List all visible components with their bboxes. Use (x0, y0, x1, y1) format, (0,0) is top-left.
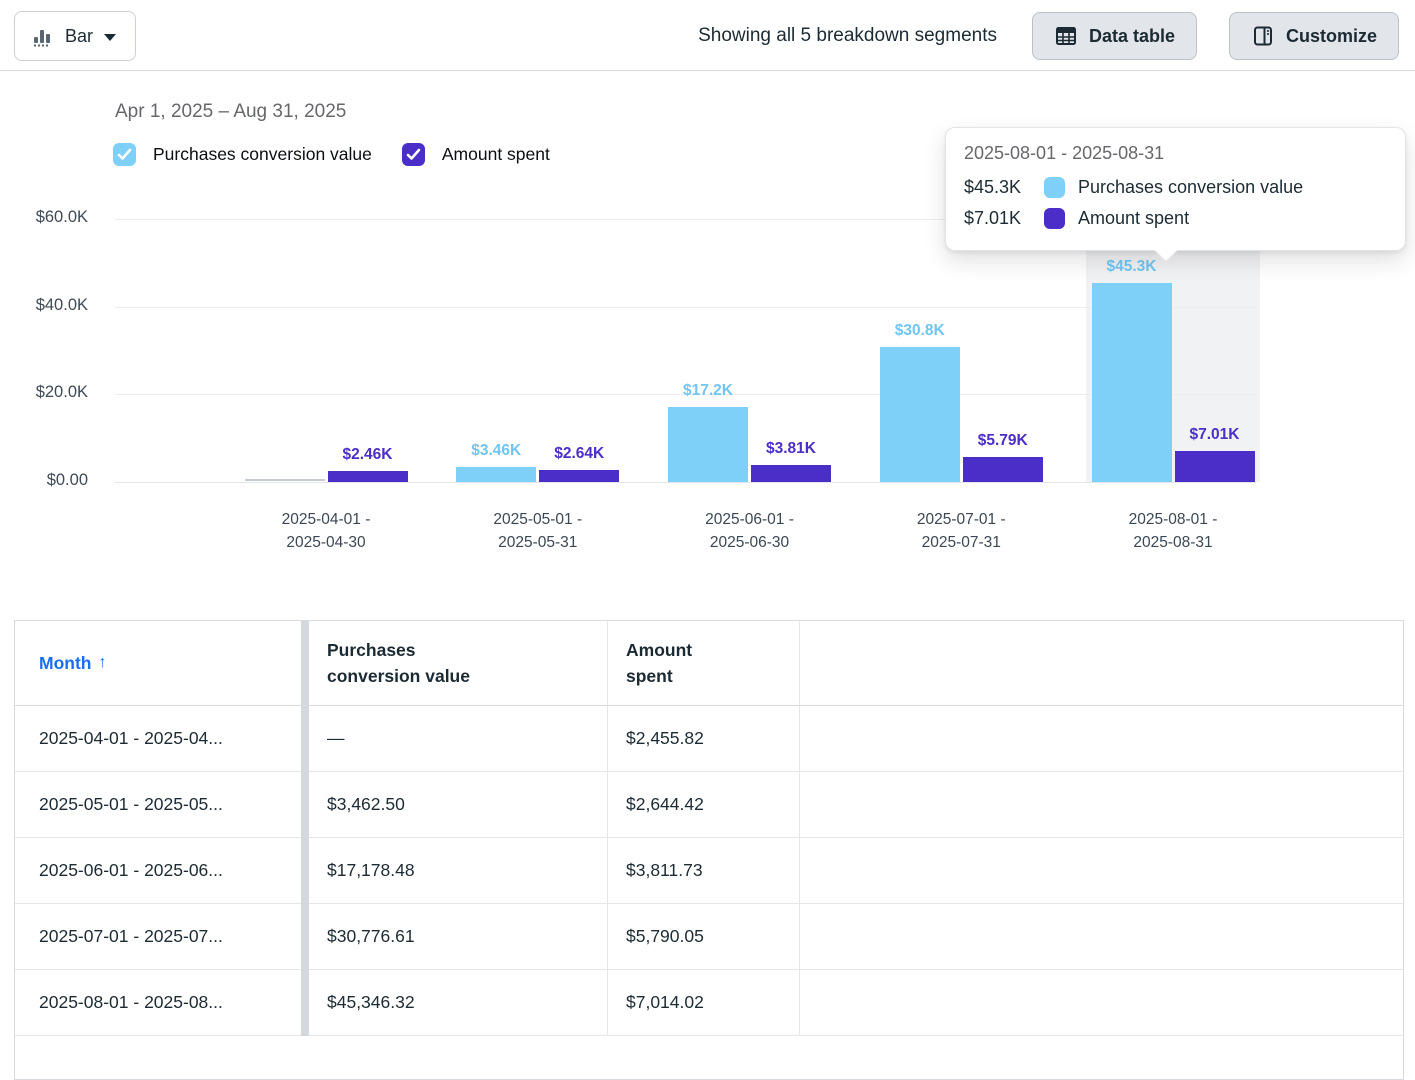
y-axis-tick-label: $60.0K (0, 208, 88, 227)
cell-empty (800, 772, 1403, 838)
column-header-month[interactable]: Month ↑ (15, 621, 301, 706)
breakdown-data-table: Month ↑ Purchases conversion value Amount s… (14, 620, 1404, 1080)
x-axis-tick-label: 2025-07-01 - 2025-07-31 (855, 508, 1067, 554)
cell-month: 2025-07-01 - 2025-07... (15, 904, 301, 970)
chart-legend: Purchases conversion value Amount spent (113, 143, 550, 166)
chart-tooltip: 2025-08-01 - 2025-08-31 $45.3K Purchases … (945, 127, 1406, 251)
chart-date-range: Apr 1, 2025 – Aug 31, 2025 (115, 101, 346, 123)
y-axis-tick-label: $0.00 (0, 471, 88, 490)
cell-empty (800, 904, 1403, 970)
pinned-column-divider (301, 904, 309, 970)
x-axis-tick-label: 2025-06-01 - 2025-06-30 (644, 508, 856, 554)
cell-month: 2025-06-01 - 2025-06... (15, 838, 301, 904)
tooltip-swatch-wrap (1044, 208, 1078, 229)
series-color-swatch (1044, 177, 1065, 198)
pinned-column-divider (301, 970, 309, 1036)
tooltip-series-label: Amount spent (1078, 208, 1387, 229)
cell-amount-spent: $2,455.82 (608, 706, 800, 772)
column-header-empty (800, 621, 1403, 706)
bar-value-label: $7.01K (1155, 426, 1275, 444)
table-row: 2025-04-01 - 2025-04...—$2,455.82 (15, 706, 1403, 772)
bar-chart: Apr 1, 2025 – Aug 31, 2025 Purchases con… (0, 0, 1415, 620)
cell-purchases-conversion-value: $45,346.32 (309, 970, 608, 1036)
cell-amount-spent: $7,014.02 (608, 970, 800, 1036)
bar-purchases-conversion-value[interactable] (456, 467, 536, 482)
table-header-row: Month ↑ Purchases conversion value Amount s… (15, 621, 1403, 706)
cell-amount-spent: $2,644.42 (608, 772, 800, 838)
legend-item-amount-spent[interactable]: Amount spent (402, 143, 550, 166)
column-header-purchases-conversion-value[interactable]: Purchases conversion value (309, 621, 608, 706)
bar-amount-spent[interactable] (539, 470, 619, 482)
y-axis-tick-label: $40.0K (0, 296, 88, 315)
table-row: 2025-08-01 - 2025-08...$45,346.32$7,014.… (15, 970, 1403, 1036)
cell-empty (800, 970, 1403, 1036)
bar-purchases-conversion-value[interactable] (880, 347, 960, 482)
x-axis-tick-label: 2025-08-01 - 2025-08-31 (1067, 508, 1279, 554)
cell-month: 2025-05-01 - 2025-05... (15, 772, 301, 838)
tooltip-series-label: Purchases conversion value (1078, 177, 1387, 198)
bar-amount-spent[interactable] (328, 471, 408, 482)
bar-value-label: $3.81K (731, 440, 851, 458)
cell-purchases-conversion-value: — (309, 706, 608, 772)
tooltip-date-range: 2025-08-01 - 2025-08-31 (964, 143, 1387, 164)
table-row: 2025-06-01 - 2025-06...$17,178.48$3,811.… (15, 838, 1403, 904)
table-row: 2025-07-01 - 2025-07...$30,776.61$5,790.… (15, 904, 1403, 970)
cell-purchases-conversion-value: $3,462.50 (309, 772, 608, 838)
bar-value-label: $5.79K (943, 432, 1063, 450)
legend-checkbox (113, 143, 136, 166)
tooltip-swatch-wrap (1044, 177, 1078, 198)
bar-purchases-conversion-value[interactable] (1092, 283, 1172, 482)
cell-amount-spent: $3,811.73 (608, 838, 800, 904)
legend-checkbox (402, 143, 425, 166)
x-axis-tick-label: 2025-04-01 - 2025-04-30 (220, 508, 432, 554)
cell-month: 2025-04-01 - 2025-04... (15, 706, 301, 772)
bar-value-label: $45.3K (1072, 258, 1192, 276)
cell-empty (800, 838, 1403, 904)
pinned-column-divider[interactable] (301, 621, 309, 706)
tooltip-value: $45.3K (964, 177, 1044, 198)
cell-purchases-conversion-value: $17,178.48 (309, 838, 608, 904)
bar-amount-spent[interactable] (751, 465, 831, 482)
cell-month: 2025-08-01 - 2025-08... (15, 970, 301, 1036)
sort-ascending-icon: ↑ (98, 650, 106, 676)
pinned-column-divider (301, 706, 309, 772)
tooltip-row: $7.01K Amount spent (964, 203, 1387, 234)
month-header-label: Month (39, 650, 91, 676)
table-row: 2025-05-01 - 2025-05...$3,462.50$2,644.4… (15, 772, 1403, 838)
bar-value-label: $30.8K (860, 322, 980, 340)
cell-purchases-conversion-value: $30,776.61 (309, 904, 608, 970)
gridline (115, 307, 1256, 308)
pinned-column-divider (301, 772, 309, 838)
legend-label: Amount spent (442, 144, 550, 165)
bar-value-label: $2.46K (308, 446, 428, 464)
amount-spent-header-label: Amount spent (626, 637, 721, 689)
bar-amount-spent[interactable] (963, 457, 1043, 482)
series-color-swatch (1044, 208, 1065, 229)
bar-value-label: $2.64K (519, 445, 639, 463)
tooltip-value: $7.01K (964, 208, 1044, 229)
cell-amount-spent: $5,790.05 (608, 904, 800, 970)
tooltip-rows: $45.3K Purchases conversion value $7.01K Am… (964, 172, 1387, 234)
cell-empty (800, 706, 1403, 772)
tooltip-row: $45.3K Purchases conversion value (964, 172, 1387, 203)
ads-chart-page: Bar Showing all 5 breakdown segments Dat… (0, 0, 1415, 1080)
purchases-conversion-value-header-label: Purchases conversion value (327, 637, 502, 689)
gridline (115, 482, 1256, 483)
column-header-amount-spent[interactable]: Amount spent (608, 621, 800, 706)
legend-item-purchases-conversion-value[interactable]: Purchases conversion value (113, 143, 372, 166)
x-axis-tick-label: 2025-05-01 - 2025-05-31 (432, 508, 644, 554)
y-axis-tick-label: $20.0K (0, 383, 88, 402)
bar-amount-spent[interactable] (1175, 451, 1255, 482)
legend-label: Purchases conversion value (153, 144, 372, 165)
bar-no-data-marker (245, 479, 325, 481)
bar-value-label: $17.2K (648, 382, 768, 400)
pinned-column-divider (301, 838, 309, 904)
